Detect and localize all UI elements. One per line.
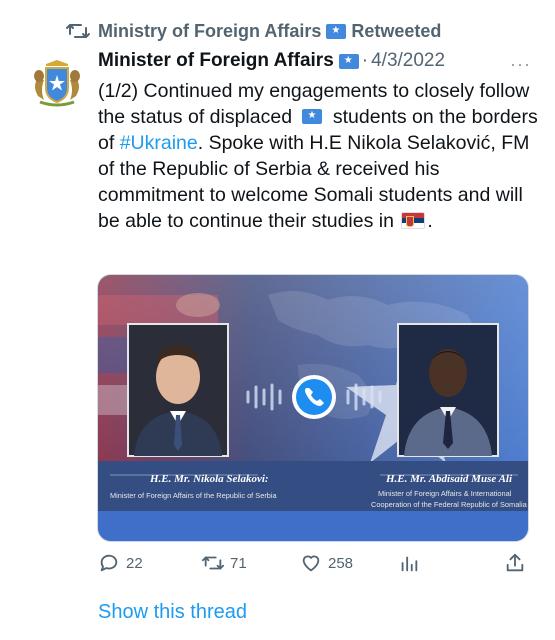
right-speaker-name: H.E. Mr. Abdisaid Muse Ali bbox=[385, 473, 513, 485]
retweet-icon bbox=[202, 556, 224, 570]
retweet-count: 71 bbox=[230, 554, 247, 572]
somali-flag-icon bbox=[338, 53, 359, 69]
analytics-icon bbox=[401, 556, 418, 572]
left-speaker-title: Minister of Foreign Affairs of the Repub… bbox=[110, 491, 278, 500]
like-count: 258 bbox=[328, 554, 354, 572]
more-options-icon[interactable]: ··· bbox=[510, 54, 531, 75]
retweeter-name[interactable]: Ministry of Foreign Affairs bbox=[98, 21, 321, 42]
somali-flag-icon bbox=[326, 23, 347, 39]
right-speaker-title-line2: Cooperation of the Federal Republic of S… bbox=[371, 500, 528, 509]
hashtag-link[interactable]: #Ukraine bbox=[120, 132, 198, 154]
retweet-button[interactable]: 71 bbox=[202, 552, 247, 574]
tweet-text-part: . bbox=[427, 210, 433, 232]
analytics-button[interactable] bbox=[398, 552, 426, 574]
show-thread-link[interactable]: Show this thread bbox=[98, 601, 247, 624]
heart-icon bbox=[302, 555, 320, 572]
left-speaker-name: H.E. Mr. Nikola Selakovi: bbox=[149, 473, 269, 485]
retweeted-label: Retweeted bbox=[351, 20, 442, 41]
right-speaker-title-line1: Minister of Foreign Affairs & Internatio… bbox=[378, 489, 512, 498]
retweet-icon bbox=[66, 24, 90, 38]
tweet-actions: 22 71 258 bbox=[98, 552, 530, 578]
serbian-flag-icon bbox=[401, 212, 426, 229]
author-name[interactable]: Minister of Foreign Affairs bbox=[98, 50, 334, 72]
reply-button[interactable]: 22 bbox=[98, 552, 143, 574]
somali-flag-icon bbox=[302, 109, 323, 124]
avatar[interactable] bbox=[28, 56, 86, 110]
share-button[interactable] bbox=[504, 552, 532, 574]
reply-icon bbox=[100, 554, 118, 572]
retweet-header[interactable]: Ministry of Foreign Affairs Retweeted bbox=[66, 20, 441, 42]
tweet-header: Minister of Foreign Affairs · 4/3/2022 bbox=[98, 50, 445, 72]
tweet-media-image[interactable]: H.E. Mr. Nikola Selakovi: Minister of Fo… bbox=[97, 274, 529, 542]
separator: · bbox=[361, 50, 369, 71]
share-icon bbox=[506, 553, 524, 572]
reply-count: 22 bbox=[126, 554, 143, 572]
tweet-date[interactable]: 4/3/2022 bbox=[371, 50, 445, 72]
tweet-text: (1/2) Continued my engagements to closel… bbox=[98, 78, 538, 234]
like-button[interactable]: 258 bbox=[300, 552, 353, 574]
